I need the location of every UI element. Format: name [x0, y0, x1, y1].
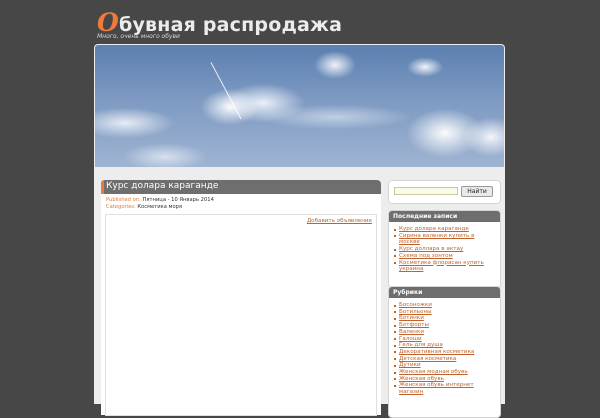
- recent-post-link[interactable]: Курс долара караганде: [394, 226, 496, 233]
- search-button[interactable]: Найти: [461, 186, 493, 197]
- add-comment-link[interactable]: Добавить объявление: [307, 218, 372, 224]
- rubric-link[interactable]: Декоративная косметика: [394, 349, 496, 356]
- rubric-link[interactable]: Детская косметика: [394, 356, 496, 363]
- rubrics-widget: Рубрики Босоножки Ботильоны Ботинки Ботф…: [388, 286, 501, 418]
- post-title-bar: Курс долара караганде: [101, 180, 381, 194]
- rubric-link[interactable]: Дутики: [394, 362, 496, 369]
- category-link[interactable]: Косметика моря: [137, 204, 182, 210]
- search-widget: Найти: [388, 180, 501, 204]
- post-title[interactable]: Курс долара караганде: [106, 181, 218, 191]
- rubric-link[interactable]: Галоши: [394, 336, 496, 343]
- rubric-link[interactable]: Женская модная обувь: [394, 369, 496, 376]
- rubric-link[interactable]: Женская обувь интернет магазин: [394, 382, 496, 395]
- rubric-link[interactable]: Босоножки: [394, 302, 496, 309]
- post-title-accent: [101, 180, 104, 194]
- rubric-link[interactable]: Гель для душа: [394, 342, 496, 349]
- rubric-link[interactable]: Ботфорты: [394, 322, 496, 329]
- post-meta-categories: Categories: Косметика моря: [101, 204, 381, 211]
- rubrics-list: Босоножки Ботильоны Ботинки Ботфорты Вал…: [389, 298, 500, 398]
- post-meta-published: Published on: Пятница - 10 Январь 2014: [101, 197, 381, 204]
- header-contrail-decoration: [210, 62, 242, 120]
- categories-label: Categories:: [106, 204, 136, 210]
- header-image: [95, 45, 504, 167]
- search-input[interactable]: [394, 187, 458, 195]
- recent-post-link[interactable]: Курс доллара в актау: [394, 246, 496, 253]
- recent-post-link[interactable]: Косметика флорасан купить украина: [394, 260, 496, 273]
- rubric-link[interactable]: Ботильоны: [394, 309, 496, 316]
- recent-post-link[interactable]: Схема под зонтом: [394, 253, 496, 260]
- site-tagline: Много, очень много обуви: [97, 33, 180, 40]
- recent-post-link[interactable]: Сирина валенки купить в москве: [394, 233, 496, 246]
- recent-posts-list: Курс долара караганде Сирина валенки куп…: [389, 222, 500, 275]
- post-body: Добавить объявление: [105, 214, 377, 416]
- published-label: Published on:: [106, 197, 141, 203]
- rubrics-title: Рубрики: [389, 287, 500, 298]
- rubric-link[interactable]: Женская обувь: [394, 376, 496, 383]
- rubric-link[interactable]: Валенки: [394, 329, 496, 336]
- recent-posts-title: Последние записи: [389, 211, 500, 222]
- recent-posts-widget: Последние записи Курс долара караганде С…: [388, 210, 501, 288]
- post: Курс долара караганде Published on: Пятн…: [101, 180, 381, 416]
- published-date: Пятница - 10 Январь 2014: [142, 197, 214, 203]
- rubric-link[interactable]: Ботинки: [394, 315, 496, 322]
